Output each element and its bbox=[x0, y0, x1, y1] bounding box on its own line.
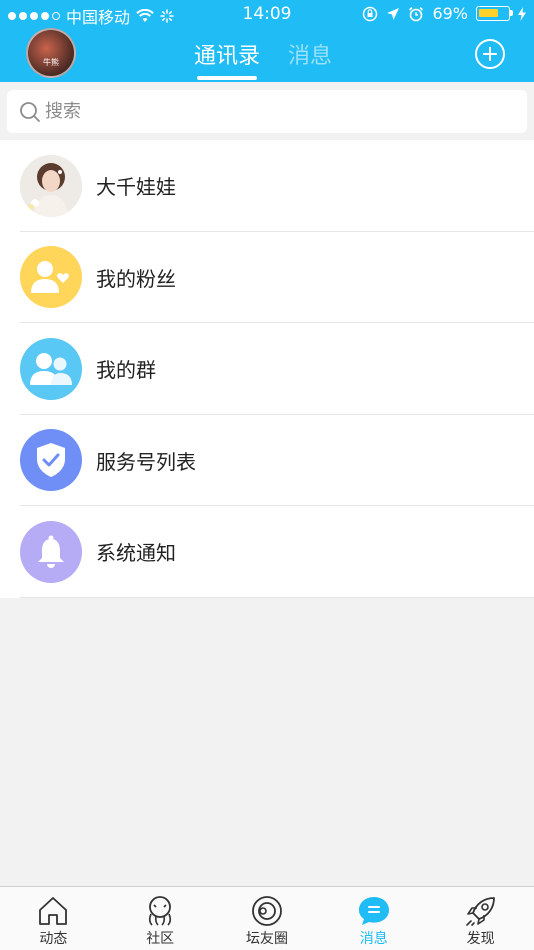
list-item-label: 服务号列表 bbox=[96, 449, 196, 474]
tab-contacts-label: 通讯录 bbox=[194, 44, 261, 69]
list-item-system-notifications[interactable]: 系统通知 bbox=[0, 506, 534, 598]
search-area bbox=[0, 82, 534, 140]
list-item-service-accounts[interactable]: 服务号列表 bbox=[0, 415, 534, 506]
bell-icon bbox=[20, 520, 82, 583]
tab-messages-label: 消息 bbox=[288, 44, 333, 69]
active-tab-indicator bbox=[197, 76, 258, 80]
nav-item-feed[interactable]: 动态 bbox=[0, 887, 107, 950]
location-arrow-icon bbox=[387, 7, 400, 20]
rotation-lock-icon bbox=[363, 6, 378, 21]
search-input[interactable] bbox=[45, 101, 485, 122]
status-bar: 中国移动 14:09 69% bbox=[0, 0, 534, 28]
group-icon bbox=[20, 337, 82, 400]
nav-label: 消息 bbox=[359, 931, 388, 947]
user-avatar[interactable]: 牛熊 bbox=[26, 28, 76, 78]
list-item-dachuan-wawa[interactable]: 大千娃娃 bbox=[0, 140, 534, 232]
battery-fill bbox=[479, 9, 498, 17]
nav-item-community[interactable]: 社区 bbox=[107, 887, 214, 950]
list-item-label: 我的粉丝 bbox=[96, 266, 176, 291]
nav-label: 发现 bbox=[466, 931, 495, 947]
battery-percent: 69% bbox=[432, 4, 468, 23]
message-icon bbox=[358, 897, 389, 925]
circle-icon bbox=[252, 896, 282, 926]
avatar-label: 牛熊 bbox=[43, 58, 59, 67]
header-tabs: 通讯录 消息 bbox=[194, 38, 332, 80]
nav-label: 坛友圈 bbox=[245, 931, 288, 947]
list-item-label: 我的群 bbox=[96, 358, 156, 383]
alarm-clock-icon bbox=[409, 6, 424, 21]
shield-check-icon bbox=[20, 429, 82, 492]
top-bar: 中国移动 14:09 69% 牛熊 通讯录 消息 bbox=[0, 0, 534, 82]
fans-icon bbox=[20, 246, 82, 309]
plus-circle-icon[interactable] bbox=[475, 39, 505, 69]
list-item-my-groups[interactable]: 我的群 bbox=[0, 323, 534, 415]
search-icon bbox=[20, 101, 40, 122]
community-icon bbox=[149, 896, 172, 926]
user-photo-avatar bbox=[20, 154, 82, 217]
search-bar[interactable] bbox=[7, 90, 527, 133]
nav-label: 动态 bbox=[39, 931, 68, 947]
battery-icon bbox=[476, 6, 513, 21]
tab-messages[interactable]: 消息 bbox=[288, 38, 332, 70]
contacts-list: 大千娃娃 我的粉丝 我的群 服务号列表 系统通知 bbox=[0, 140, 534, 598]
list-item-my-fans[interactable]: 我的粉丝 bbox=[0, 232, 534, 323]
status-right: 69% bbox=[362, 4, 526, 23]
home-icon bbox=[39, 897, 68, 925]
bottom-navigation: 动态 社区 坛友圈 消息 发现 bbox=[0, 886, 534, 950]
rocket-icon bbox=[465, 897, 495, 926]
tab-contacts[interactable]: 通讯录 bbox=[194, 38, 261, 80]
nav-item-discover[interactable]: 发现 bbox=[427, 887, 534, 950]
list-item-label: 大千娃娃 bbox=[96, 175, 176, 200]
divider bbox=[20, 596, 534, 598]
list-item-label: 系统通知 bbox=[96, 541, 176, 566]
charging-bolt-icon bbox=[518, 6, 526, 21]
nav-item-messages[interactable]: 消息 bbox=[320, 887, 427, 950]
nav-item-circle[interactable]: 坛友圈 bbox=[214, 887, 321, 950]
nav-label: 社区 bbox=[146, 931, 175, 947]
